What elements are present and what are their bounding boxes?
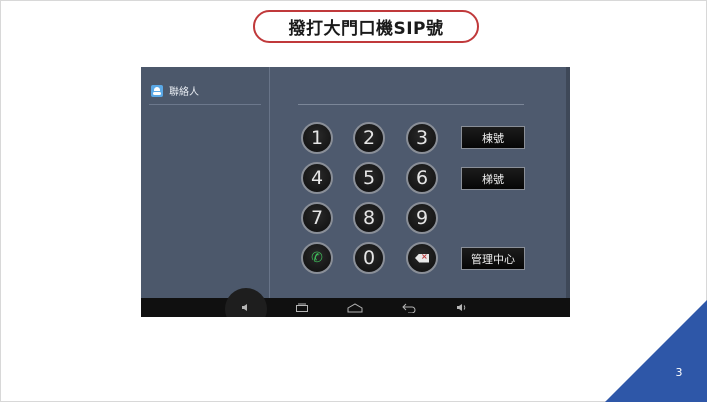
key-8[interactable]: 8 [353,202,385,234]
key-1[interactable]: 1 [301,122,333,154]
key-4[interactable]: 4 [301,162,333,194]
key-2[interactable]: 2 [353,122,385,154]
device-screenshot: 聯絡人 1 2 3 4 5 6 7 8 9 ✆ 0 × 棟號 梯號 管理中心 [141,67,570,317]
android-nav-bar [141,288,570,317]
call-button[interactable]: ✆ [301,242,333,274]
volume-up-icon[interactable] [454,298,470,317]
recent-apps-icon[interactable] [294,298,310,317]
volume-down-icon[interactable] [238,298,254,317]
page-number: 3 [675,366,683,379]
key-3[interactable]: 3 [406,122,438,154]
backspace-icon: × [415,253,429,263]
back-icon[interactable] [400,298,418,317]
sidebar-item-contacts[interactable]: 聯絡人 [151,83,199,98]
delete-button[interactable]: × [406,242,438,274]
screen-edge [566,67,570,298]
stairs-number-button[interactable]: 梯號 [461,167,525,190]
page-title: 撥打大門口機SIP號 [253,10,479,43]
phone-icon: ✆ [311,250,323,266]
key-9[interactable]: 9 [406,202,438,234]
dialer-app: 聯絡人 1 2 3 4 5 6 7 8 9 ✆ 0 × 棟號 梯號 管理中心 [141,67,570,298]
key-6[interactable]: 6 [406,162,438,194]
key-7[interactable]: 7 [301,202,333,234]
dial-number-display[interactable] [298,104,524,105]
contacts-icon [151,84,163,97]
sidebar-item-label: 聯絡人 [169,87,199,98]
building-number-button[interactable]: 棟號 [461,126,525,149]
key-0[interactable]: 0 [353,242,385,274]
divider [149,104,261,105]
sidebar: 聯絡人 [141,67,270,298]
management-center-button[interactable]: 管理中心 [461,247,525,270]
home-icon[interactable] [346,298,364,317]
key-5[interactable]: 5 [353,162,385,194]
